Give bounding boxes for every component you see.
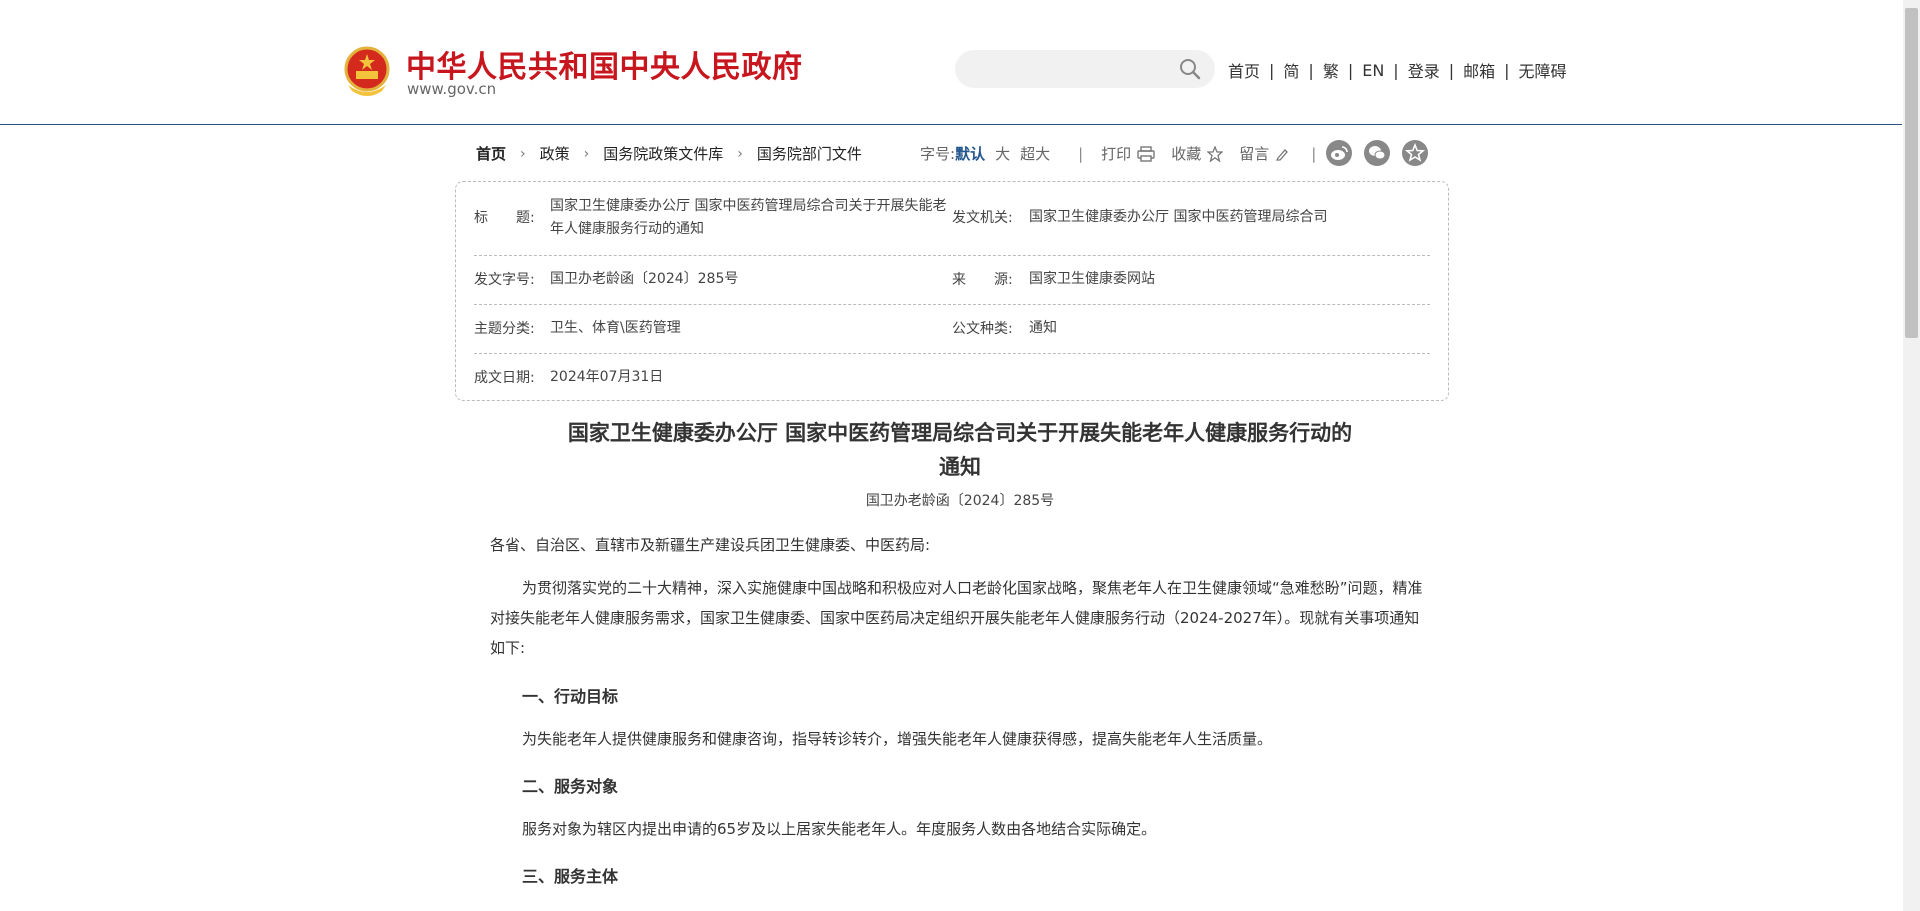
printer-icon [1137, 145, 1155, 162]
star-icon [1207, 145, 1224, 162]
breadcrumb: 首页 › 政策 › 国务院政策文件库 › 国务院部门文件 [476, 143, 862, 164]
print-label: 打印 [1101, 145, 1132, 163]
info-row: 成文日期: 2024年07月31日 [474, 353, 1430, 400]
nav-separator: | [1347, 60, 1354, 80]
breadcrumb-department-docs[interactable]: 国务院部门文件 [757, 143, 862, 164]
nav-separator: | [1504, 60, 1510, 80]
wechat-share-icon[interactable] [1364, 140, 1390, 166]
site-header: 中华人民共和国中央人民政府 www.gov.cn 首页 | 简 | 繁 | EN | 登… [0, 0, 1902, 125]
breadcrumb-home[interactable]: 首页 [476, 143, 506, 164]
favorite-share-icon[interactable] [1402, 140, 1428, 166]
font-size-label: 字号: [920, 145, 956, 163]
title-label: 标 题: [474, 210, 535, 226]
article-title: 国家卫生健康委办公厅 国家中医药管理局综合司关于开展失能老年人健康服务行动的 通… [480, 416, 1440, 484]
issuer-label: 发文机关: [952, 210, 1013, 226]
article-paragraph: 为失能老年人提供健康服务和健康咨询，指导转诊转介，增强失能老年人健康获得感，提高… [522, 730, 1273, 748]
nav-mail[interactable]: 邮箱 [1463, 58, 1495, 82]
article-title-line: 通知 [939, 454, 981, 479]
national-emblem-icon[interactable] [342, 45, 392, 97]
article-paragraph: 服务对象为辖区内提出申请的65岁及以上居家失能老年人。年度服务人数由各地结合实际… [522, 820, 1157, 838]
weibo-share-icon[interactable] [1326, 140, 1352, 166]
nav-accessibility[interactable]: 无障碍 [1519, 58, 1567, 82]
top-nav: 首页 | 简 | 繁 | EN | 登录 | 邮箱 | 无障碍 [1228, 58, 1567, 82]
issuer-value: 国家卫生健康委办公厅 国家中医药管理局综合司 [1029, 209, 1328, 225]
date-label: 成文日期: [474, 370, 535, 386]
document-info-table: 标 题: 国家卫生健康委办公厅 国家中医药管理局综合司关于开展失能老年人健康服务… [455, 181, 1449, 401]
site-url: www.gov.cn [407, 80, 497, 98]
scrollbar-thumb[interactable] [1905, 8, 1918, 338]
nav-english[interactable]: EN [1362, 61, 1384, 80]
chevron-right-icon: › [583, 145, 590, 162]
favorite-button[interactable]: 收藏 [1171, 143, 1224, 164]
font-size-xlarge[interactable]: 超大 [1020, 143, 1050, 164]
nav-separator: | [1448, 60, 1455, 80]
toolbar-divider: | [1311, 144, 1317, 163]
section-heading: 一、行动目标 [522, 687, 619, 706]
toolbar-divider: | [1078, 144, 1084, 163]
date-value: 2024年07月31日 [550, 369, 664, 385]
search-icon[interactable] [1179, 58, 1201, 80]
font-size-default[interactable]: 默认 [955, 143, 985, 164]
docno-label: 发文字号: [474, 272, 535, 288]
topic-label: 主题分类: [474, 321, 535, 337]
comment-button[interactable]: 留言 [1239, 143, 1289, 164]
type-label: 公文种类: [952, 321, 1013, 337]
nav-simplified[interactable]: 简 [1283, 58, 1299, 82]
nav-separator: | [1308, 60, 1314, 80]
nav-separator: | [1269, 60, 1275, 80]
favorite-label: 收藏 [1171, 145, 1202, 163]
section-heading: 三、服务主体 [522, 867, 619, 886]
article-toolbar: 字号: 默认 大 超大 | 打印 收藏 留言 | [920, 143, 1316, 164]
chevron-right-icon: › [737, 145, 743, 162]
article-title-line: 国家卫生健康委办公厅 国家中医药管理局综合司关于开展失能老年人健康服务行动的 [567, 420, 1353, 445]
docno-value: 国卫办老龄函〔2024〕285号 [550, 271, 739, 287]
info-row: 标 题: 国家卫生健康委办公厅 国家中医药管理局综合司关于开展失能老年人健康服务… [474, 182, 1430, 256]
pencil-icon [1276, 148, 1289, 161]
nav-login[interactable]: 登录 [1408, 58, 1440, 82]
chevron-right-icon: › [520, 145, 526, 162]
info-row: 主题分类: 卫生、体育\医药管理 公文种类: 通知 [474, 304, 1430, 354]
page-scrollbar[interactable] [1903, 0, 1920, 911]
info-row: 发文字号: 国卫办老龄函〔2024〕285号 来 源: 国家卫生健康委网站 [474, 255, 1430, 305]
topic-value: 卫生、体育\医药管理 [550, 320, 681, 336]
type-value: 通知 [1029, 320, 1057, 336]
source-label: 来 源: [952, 272, 1013, 288]
comment-label: 留言 [1239, 145, 1270, 163]
article-doc-number: 国卫办老龄函〔2024〕285号 [865, 493, 1055, 509]
print-button[interactable]: 打印 [1101, 143, 1155, 164]
title-value: 国家卫生健康委办公厅 国家中医药管理局综合司关于开展失能老年人健康服务行动的通知 [550, 198, 947, 237]
font-size-large[interactable]: 大 [995, 143, 1010, 164]
breadcrumb-policy[interactable]: 政策 [540, 143, 570, 164]
source-value: 国家卫生健康委网站 [1029, 271, 1155, 287]
article-salutation: 各省、自治区、直辖市及新疆生产建设兵团卫生健康委、中医药局: [490, 536, 931, 554]
search-input[interactable] [955, 50, 1215, 88]
nav-traditional[interactable]: 繁 [1323, 58, 1339, 82]
nav-separator: | [1393, 60, 1399, 80]
section-heading: 二、服务对象 [522, 777, 619, 796]
breadcrumb-policy-library[interactable]: 国务院政策文件库 [603, 143, 723, 164]
article-intro: 为贯彻落实党的二十大精神，深入实施健康中国战略和积极应对人口老龄化国家战略，聚焦… [490, 579, 1423, 657]
nav-home[interactable]: 首页 [1228, 58, 1260, 82]
